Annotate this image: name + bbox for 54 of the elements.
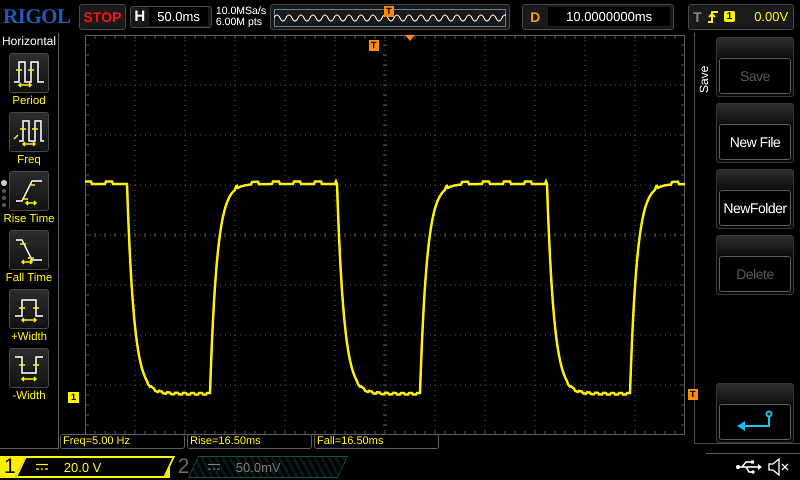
- measure-button[interactable]: [9, 112, 49, 152]
- trigger-level-marker: T: [688, 389, 698, 400]
- menu-button[interactable]: NewFolder: [716, 169, 794, 229]
- channel-scale: 50.0mV: [236, 459, 282, 474]
- menu-title: Save: [696, 64, 712, 93]
- trigger-source: 1: [724, 11, 736, 22]
- menu-button[interactable]: New File: [716, 103, 794, 163]
- page-dot[interactable]: [2, 203, 6, 207]
- channel-marker: 1: [68, 392, 80, 403]
- trigger-position-marker: T: [384, 6, 394, 16]
- delay-value: 10.0000000ms: [548, 7, 670, 26]
- measure-label: +Width: [10, 331, 48, 343]
- measure-button[interactable]: [9, 53, 49, 93]
- channel-number: 2: [178, 454, 190, 478]
- measurement-readout: Freq=5.00 Hz: [60, 434, 185, 449]
- measure-label: Freq: [17, 154, 41, 166]
- measurement-readout: Rise=16.50ms: [187, 434, 312, 449]
- timebase-value: 50.0ms: [149, 7, 208, 26]
- rising-edge-icon: [706, 8, 719, 24]
- brand-logo: RIGOL: [3, 4, 71, 29]
- trigger-panel[interactable]: T 1 0.00V: [688, 4, 794, 30]
- timebase-panel[interactable]: H 50.0ms: [130, 6, 212, 28]
- dc-coupling-icon: [36, 462, 48, 470]
- measurement-readout: Fall=16.50ms: [314, 434, 439, 449]
- measure-label: Fall Time: [6, 272, 52, 284]
- page-dot[interactable]: [2, 196, 6, 200]
- page-dot[interactable]: [2, 189, 6, 193]
- horizontal-label: H: [134, 8, 146, 25]
- trigger-level: 0.00V: [754, 9, 788, 24]
- delay-panel[interactable]: D 10.0000000ms: [522, 4, 674, 30]
- dc-coupling-icon: [208, 462, 220, 470]
- trigger-position-pointer-icon: [405, 35, 415, 41]
- measure-button[interactable]: [9, 230, 49, 270]
- menu-title: Horizontal: [2, 34, 56, 48]
- channel-number: 1: [4, 454, 16, 478]
- delay-label: D: [529, 8, 542, 24]
- measure-label: -Width: [12, 390, 46, 402]
- usb-icon: [736, 460, 762, 474]
- channel-scale: 20.0 V: [64, 459, 102, 474]
- measure-button[interactable]: [9, 289, 49, 329]
- measure-button[interactable]: [9, 171, 49, 211]
- memory-depth: 6.00M pts: [216, 16, 263, 28]
- trigger-label: T: [693, 8, 702, 24]
- run-stop-status[interactable]: STOP: [78, 4, 126, 30]
- back-button[interactable]: [716, 383, 794, 443]
- page-dot[interactable]: [1, 180, 7, 186]
- return-arrow-icon: [735, 410, 775, 434]
- muted-speaker-icon: [768, 457, 790, 477]
- measure-label: Period: [12, 95, 46, 107]
- sample-rate: 10.0MSa/s: [216, 6, 266, 16]
- trigger-position-marker: T: [369, 40, 378, 51]
- measure-label: Rise Time: [3, 213, 55, 225]
- channel-tab[interactable]: 2 50.0mV: [174, 456, 344, 478]
- measure-button[interactable]: [9, 348, 49, 388]
